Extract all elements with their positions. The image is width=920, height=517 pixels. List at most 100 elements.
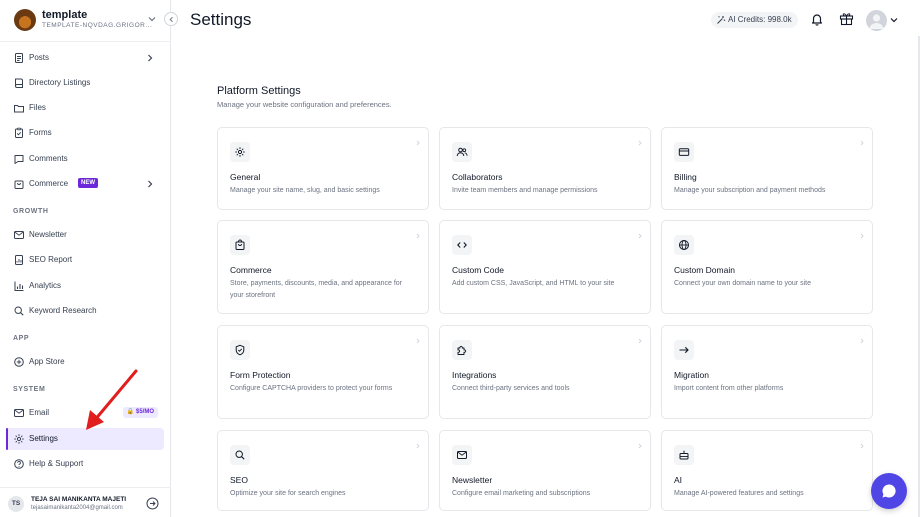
credit-card-icon (678, 148, 690, 156)
mail-icon (14, 231, 24, 239)
ai-credits-badge[interactable]: AI Credits: 998.0k (711, 12, 798, 28)
sidebar-item-seo-report[interactable]: SEO Report (6, 249, 164, 271)
sidebar-item-label: SEO Report (29, 255, 73, 264)
sidebar-item-newsletter[interactable]: Newsletter (6, 224, 164, 246)
sidebar-item-label: App Store (29, 357, 65, 366)
card-icon-box (452, 235, 472, 255)
user-icon (869, 14, 884, 29)
new-badge: NEW (78, 178, 98, 188)
bar-chart-icon (14, 281, 24, 291)
chevron-right-icon (638, 443, 642, 449)
section-label-system: SYSTEM (13, 386, 46, 393)
card-title: Newsletter (452, 475, 493, 485)
card-icon-box (674, 340, 694, 360)
sidebar-item-label: Email (29, 408, 50, 417)
card-title: Migration (674, 370, 709, 380)
mail-icon (457, 451, 467, 459)
sidebar-item-label: Comments (29, 154, 68, 163)
card-title: General (230, 172, 261, 182)
sidebar-item-keyword-research[interactable]: Keyword Research (6, 300, 164, 322)
workspace-switcher[interactable]: template TEMPLATE-NQVDAG.GRIGOR... (0, 0, 171, 42)
card-description: Manage your site name, slug, and basic s… (230, 187, 380, 194)
settings-card-custom-code[interactable]: Custom Code Add custom CSS, JavaScript, … (439, 220, 651, 314)
card-icon-box (674, 142, 694, 162)
settings-card-form-protection[interactable]: Form Protection Configure CAPTCHA provid… (217, 325, 429, 419)
sidebar-item-posts[interactable]: Posts (6, 47, 164, 69)
card-title: Billing (674, 172, 697, 182)
chevron-right-icon (148, 180, 153, 188)
section-label-growth: GROWTH (13, 208, 49, 215)
gear-icon (235, 147, 245, 157)
section-subtitle: Manage your website configuration and pr… (217, 100, 392, 109)
sidebar-item-help-support[interactable]: Help & Support (6, 453, 164, 475)
sidebar-item-directory-listings[interactable]: Directory Listings (6, 72, 164, 94)
shield-check-icon (235, 344, 245, 356)
help-icon (14, 459, 24, 469)
card-title: Integrations (452, 370, 497, 380)
code-icon (457, 242, 467, 248)
sidebar-item-analytics[interactable]: Analytics (6, 275, 164, 297)
card-description: Store, payments, discounts, media, and a… (230, 280, 402, 299)
settings-card-billing[interactable]: Billing Manage your subscription and pay… (661, 127, 873, 210)
sidebar-item-commerce[interactable]: Commerce NEW (6, 173, 164, 195)
sidebar-item-label: Newsletter (29, 230, 67, 239)
settings-card-custom-domain[interactable]: Custom Domain Connect your own domain na… (661, 220, 873, 314)
settings-card-collaborators[interactable]: Collaborators Invite team members and ma… (439, 127, 651, 210)
book-icon (15, 78, 23, 88)
user-profile[interactable]: TS TEJA SAI MANIKANTA MAJETI tejasaimani… (0, 487, 171, 517)
chevron-right-icon (860, 233, 864, 239)
arrow-right-icon (679, 346, 689, 354)
gear-icon (14, 434, 24, 444)
profile-avatar[interactable] (866, 10, 887, 31)
settings-card-ai[interactable]: AI Manage AI-powered features and settin… (661, 430, 873, 511)
chevron-right-icon (416, 443, 420, 449)
globe-icon (679, 240, 689, 250)
search-icon (14, 306, 24, 316)
chevron-right-icon (416, 338, 420, 344)
sidebar-item-label: Keyword Research (29, 306, 97, 315)
app-store-icon (14, 357, 24, 367)
annotation-arrow (86, 369, 138, 430)
chevron-down-icon[interactable] (889, 15, 899, 25)
chevron-left-icon (169, 16, 173, 23)
card-description: Manage your subscription and payment met… (674, 187, 826, 194)
section-label-app: APP (13, 335, 30, 342)
settings-card-general[interactable]: General Manage your site name, slug, and… (217, 127, 429, 210)
sidebar-item-comments[interactable]: Comments (6, 148, 164, 170)
chevron-right-icon (148, 54, 153, 62)
chat-launcher-button[interactable] (871, 473, 907, 509)
sidebar-item-forms[interactable]: Forms (6, 122, 164, 144)
card-icon-box (674, 235, 694, 255)
workspace-slug: TEMPLATE-NQVDAG.GRIGOR... (42, 22, 153, 29)
card-icon-box (230, 235, 250, 255)
folder-icon (14, 105, 24, 113)
card-title: Commerce (230, 265, 272, 275)
sidebar-item-label: Settings (29, 434, 58, 443)
settings-card-migration[interactable]: Migration Import content from other plat… (661, 325, 873, 419)
sidebar: template TEMPLATE-NQVDAG.GRIGOR... Posts… (0, 0, 171, 517)
card-icon-box (230, 340, 250, 360)
card-title: AI (674, 475, 683, 485)
sidebar-item-label: Files (29, 103, 46, 112)
card-description: Configure CAPTCHA providers to protect y… (230, 385, 393, 392)
settings-card-commerce[interactable]: Commerce Store, payments, discounts, med… (217, 220, 429, 314)
settings-card-seo[interactable]: SEO Optimize your site for search engine… (217, 430, 429, 511)
gift-icon[interactable] (839, 11, 854, 26)
section-title: Platform Settings (217, 85, 301, 97)
logout-icon[interactable] (146, 497, 159, 510)
settings-card-newsletter[interactable]: Newsletter Configure email marketing and… (439, 430, 651, 511)
report-icon (15, 255, 23, 265)
avatar: TS (8, 496, 24, 512)
user-email: tejasaimanikanta2004@gmail.com (31, 505, 123, 511)
card-title: Form Protection (230, 370, 291, 380)
sidebar-item-label: Directory Listings (29, 78, 91, 87)
puzzle-icon (457, 345, 467, 355)
collapse-sidebar-button[interactable] (164, 12, 178, 26)
settings-card-integrations[interactable]: Integrations Connect third-party service… (439, 325, 651, 419)
sidebar-item-label: Posts (29, 53, 50, 62)
mail-icon (14, 409, 24, 417)
bell-icon[interactable] (810, 12, 824, 26)
shopping-bag-icon (14, 180, 24, 189)
card-icon-box (230, 142, 250, 162)
sidebar-item-files[interactable]: Files (6, 97, 164, 119)
